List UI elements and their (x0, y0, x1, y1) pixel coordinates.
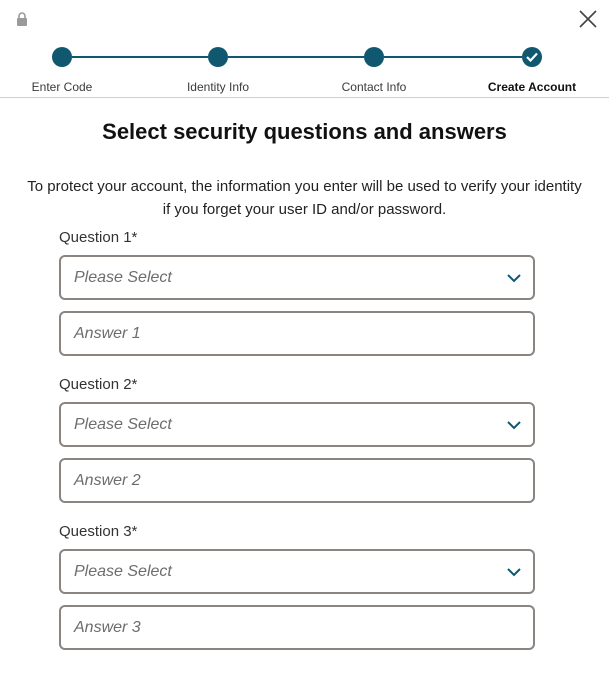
question-2-select[interactable]: Please Select (59, 402, 535, 447)
question-1-label: Question 1* (59, 229, 138, 246)
chevron-down-icon (507, 274, 521, 283)
answer-1-input[interactable]: Answer 1 (59, 311, 535, 356)
step-dot-create-account (522, 47, 542, 67)
question-2-label: Question 2* (59, 376, 138, 393)
progress-stepper: Enter Code Identity Info Contact Info Cr… (0, 44, 609, 98)
step-label-contact-info: Contact Info (341, 80, 407, 94)
answer-3-placeholder: Answer 3 (74, 619, 141, 636)
answer-2-input[interactable]: Answer 2 (59, 458, 535, 503)
step-dot-contact-info (364, 47, 384, 67)
answer-2-placeholder: Answer 2 (74, 472, 141, 489)
page-description: To protect your account, the information… (27, 178, 582, 218)
question-3-select[interactable]: Please Select (59, 549, 535, 594)
step-label-identity-info: Identity Info (186, 80, 250, 94)
lock-icon (17, 12, 27, 26)
close-icon[interactable] (577, 8, 599, 30)
answer-1-placeholder: Answer 1 (74, 325, 141, 342)
question-1-select[interactable]: Please Select (59, 255, 535, 300)
checkmark-icon (526, 52, 538, 62)
answer-3-input[interactable]: Answer 3 (59, 605, 535, 650)
page-title: Select security questions and answers (102, 119, 507, 144)
step-dot-identity-info (208, 47, 228, 67)
step-connector (72, 56, 208, 58)
chevron-down-icon (507, 568, 521, 577)
step-label-create-account: Create Account (487, 80, 577, 94)
step-label-enter-code: Enter Code (31, 80, 93, 94)
question-3-select-value: Please Select (74, 563, 172, 580)
chevron-down-icon (507, 421, 521, 430)
step-connector (228, 56, 364, 58)
question-1-select-value: Please Select (74, 269, 172, 286)
question-3-label: Question 3* (59, 523, 138, 540)
question-2-select-value: Please Select (74, 416, 172, 433)
step-dot-enter-code (52, 47, 72, 67)
step-connector (384, 56, 522, 58)
